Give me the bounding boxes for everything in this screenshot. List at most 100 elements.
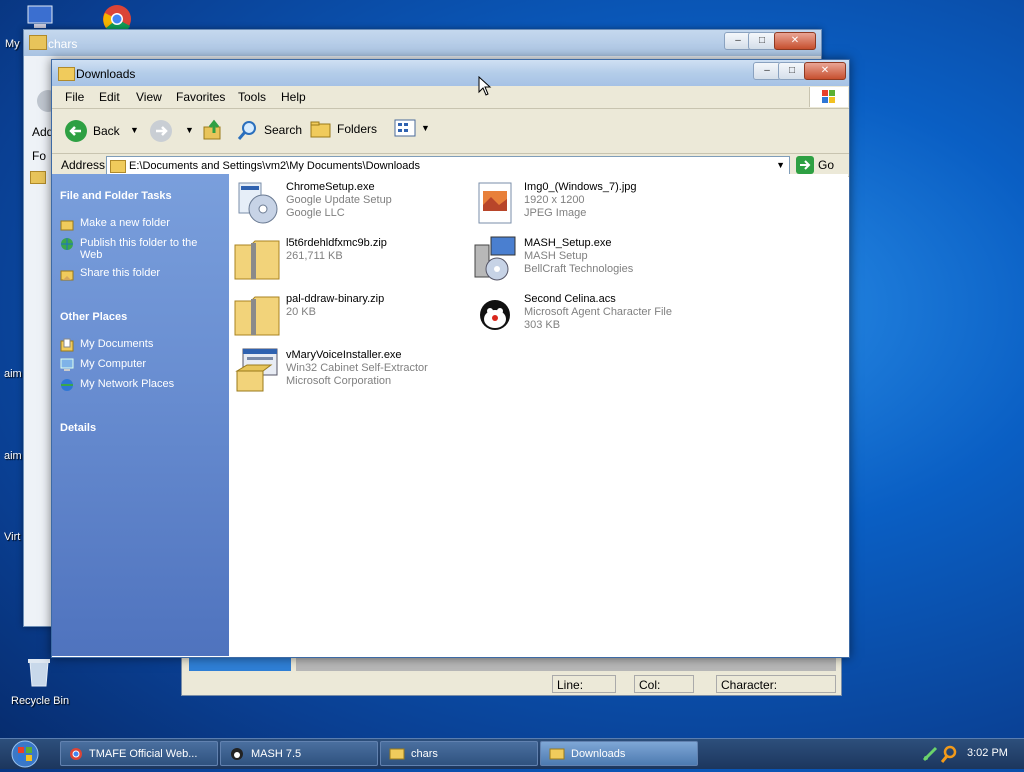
task-share-folder[interactable]: Share this folder — [60, 267, 160, 281]
taskbar-button-mash[interactable]: MASH 7.5 — [220, 741, 378, 766]
character-label: Character: — [721, 678, 778, 692]
start-button[interactable] — [6, 739, 44, 769]
zip-folder-icon — [233, 235, 281, 283]
taskbar-button-chrome[interactable]: TMAFE Official Web... — [60, 741, 218, 766]
file-item[interactable]: Second Celina.acs Microsoft Agent Charac… — [471, 291, 672, 339]
file-name: l5t6rdehldfxmc9b.zip — [286, 237, 387, 249]
file-publisher: BellCraft Technologies — [524, 263, 634, 275]
other-places-header[interactable]: Other Places — [60, 311, 127, 323]
menu-tools[interactable]: Tools — [238, 90, 266, 104]
file-name: pal-ddraw-binary.zip — [286, 293, 385, 305]
task-pane: File and Folder Tasks Make a new folder … — [52, 174, 229, 656]
menu-help[interactable]: Help — [281, 90, 306, 104]
search-icon — [237, 121, 256, 140]
desktop-label-my: My — [5, 38, 20, 50]
file-publisher: Microsoft Corporation — [286, 375, 392, 387]
search-tray-icon[interactable] — [941, 745, 957, 763]
recycle-bin-icon[interactable] — [26, 656, 52, 688]
desktop-label-aim-1[interactable]: aim — [4, 368, 22, 380]
toolbar: Back ▼ ▼ Search Folders ▼ — [52, 109, 849, 154]
file-item[interactable]: l5t6rdehldfxmc9b.zip 261,711 KB — [233, 235, 387, 283]
maximize-button[interactable]: □ — [778, 62, 806, 80]
menu-view[interactable]: View — [136, 90, 162, 104]
editor-scroll-thumb[interactable] — [189, 657, 291, 671]
network-tray-icon[interactable] — [922, 746, 938, 762]
file-item[interactable]: vMaryVoiceInstaller.exe Win32 Cabinet Se… — [233, 347, 428, 395]
taskbar-label: Downloads — [571, 747, 626, 760]
mouse-cursor-icon — [478, 76, 492, 96]
setup-cd-icon — [233, 179, 281, 227]
menu-edit[interactable]: Edit — [99, 90, 120, 104]
close-button[interactable]: ✕ — [774, 32, 816, 50]
folder-icon — [389, 748, 405, 760]
file-size: 261,711 KB — [286, 250, 343, 262]
desktop-label-virt[interactable]: Virt — [4, 531, 20, 543]
place-my-computer[interactable]: My Computer — [60, 358, 146, 372]
downloads-window[interactable]: Downloads – □ ✕ File Edit View Favorites… — [51, 59, 850, 658]
share-folder-icon — [60, 270, 74, 281]
search-button[interactable]: Search — [237, 119, 302, 141]
views-dropdown-icon[interactable]: ▼ — [421, 123, 430, 133]
task-make-new-folder[interactable]: Make a new folder — [60, 217, 170, 231]
title-bar[interactable]: Downloads – □ ✕ — [52, 60, 849, 86]
up-button[interactable] — [202, 119, 224, 141]
details-header[interactable]: Details — [60, 422, 96, 434]
place-my-documents[interactable]: My Documents — [60, 338, 153, 352]
zip-folder-icon — [233, 291, 281, 339]
my-computer-icon — [60, 358, 74, 371]
views-button[interactable]: ▼ — [394, 119, 430, 137]
forward-dropdown-icon[interactable]: ▼ — [185, 125, 194, 135]
menu-bar: File Edit View Favorites Tools Help — [52, 86, 849, 109]
chars-partial-folders: Fo — [32, 149, 47, 163]
file-item[interactable]: Img0_(Windows_7).jpg 1920 x 1200 JPEG Im… — [471, 179, 637, 227]
close-button[interactable]: ✕ — [804, 62, 846, 80]
file-item[interactable]: ChromeSetup.exe Google Update Setup Goog… — [233, 179, 392, 227]
window-title: Downloads — [76, 67, 136, 81]
computer-icon[interactable] — [26, 4, 54, 30]
taskbar-label: MASH 7.5 — [251, 747, 302, 760]
address-dropdown-icon[interactable]: ▼ — [776, 160, 785, 170]
taskbar-button-chars[interactable]: chars — [380, 741, 538, 766]
windows-logo-icon — [809, 87, 848, 107]
file-type: JPEG Image — [524, 207, 587, 219]
folders-icon — [310, 121, 331, 138]
file-item[interactable]: MASH_Setup.exe MASH Setup BellCraft Tech… — [471, 235, 633, 283]
minimize-button[interactable]: – — [753, 62, 781, 80]
desktop-label-aim-2[interactable]: aim — [4, 450, 22, 462]
task-publish-web[interactable]: Publish this folder to the Web — [60, 237, 220, 261]
line-label: Line: — [557, 678, 584, 692]
file-item[interactable]: pal-ddraw-binary.zip 20 KB — [233, 291, 384, 339]
editor-scrollbar[interactable] — [296, 657, 836, 671]
folders-button[interactable]: Folders — [310, 119, 377, 139]
clock[interactable]: 3:02 PM — [967, 747, 1008, 759]
menu-file[interactable]: File — [65, 90, 84, 104]
col-label: Col: — [639, 678, 661, 692]
forward-button[interactable] — [149, 119, 173, 143]
file-size: 303 KB — [524, 319, 561, 331]
taskbar-label: TMAFE Official Web... — [89, 747, 198, 760]
taskbar-button-downloads[interactable]: Downloads — [540, 741, 698, 766]
taskbar-label: chars — [411, 747, 438, 760]
forward-arrow-icon — [150, 120, 172, 142]
go-label: Go — [818, 158, 835, 172]
place-my-network[interactable]: My Network Places — [60, 378, 174, 392]
mash-icon — [231, 747, 243, 760]
agent-character-icon — [471, 291, 519, 339]
menu-favorites[interactable]: Favorites — [176, 90, 225, 104]
desktop-label-recycle-bin[interactable]: Recycle Bin — [11, 695, 69, 707]
back-dropdown-icon[interactable]: ▼ — [130, 125, 139, 135]
cabinet-installer-icon — [233, 347, 281, 395]
back-button[interactable]: Back — [64, 119, 120, 143]
file-folder-tasks-header[interactable]: File and Folder Tasks — [60, 190, 172, 202]
address-input[interactable]: E:\Documents and Settings\vm2\My Documen… — [106, 156, 790, 176]
file-publisher: Google LLC — [286, 207, 345, 219]
task-label: Share this folder — [80, 267, 161, 279]
maximize-button[interactable]: □ — [748, 32, 776, 50]
task-label: Make a new folder — [80, 217, 170, 229]
file-name: Second Celina.acs — [524, 293, 616, 305]
chrome-icon — [70, 747, 82, 760]
up-folder-icon — [203, 119, 221, 140]
file-size: 20 KB — [286, 306, 316, 318]
chars-title-bar[interactable]: chars – □ ✕ — [24, 30, 821, 56]
go-button[interactable]: Go — [796, 156, 834, 174]
